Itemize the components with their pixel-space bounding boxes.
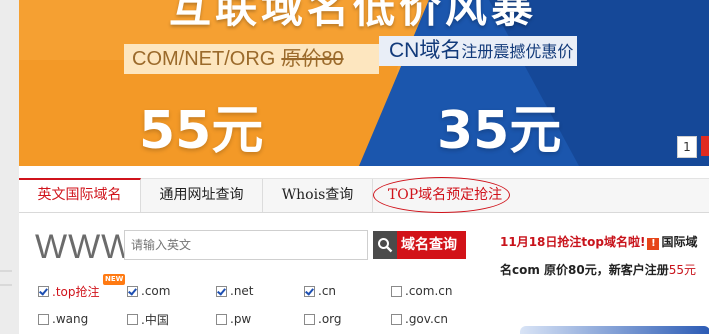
cn-promo-label: CN域名注册震撼优惠价 [379, 36, 578, 66]
left-margin [0, 0, 19, 334]
highlight-circle [373, 177, 510, 213]
checkbox-unchecked[interactable] [38, 313, 49, 325]
tld-option-net[interactable]: .net [216, 282, 254, 300]
news-headline-rest: 国际域 [661, 235, 698, 249]
news-detail-price: 55元 [668, 263, 697, 277]
slide-indicator-1[interactable]: 1 [677, 136, 697, 158]
tld-row-2: .wang .中国 .pw .org .gov.cn [38, 310, 498, 328]
tld-label: .中国 [141, 312, 169, 327]
alert-icon: ! [647, 238, 660, 250]
checkbox-unchecked[interactable] [216, 313, 227, 325]
com-old-price: 原价80 [281, 48, 344, 70]
checkbox-unchecked[interactable] [391, 313, 402, 325]
new-badge: NEW [103, 274, 126, 285]
slide-indicator-next[interactable] [701, 136, 709, 156]
cn-label-text: CN域名 [389, 39, 462, 62]
news-headline-red: 11月18日抢注top域名啦! [500, 235, 646, 249]
tld-label: .org [318, 312, 342, 326]
news-detail[interactable]: 名com 原价80元，新客户注册55元 [500, 261, 696, 278]
tld-option-gov-cn[interactable]: .gov.cn [391, 310, 448, 328]
tld-option-cn[interactable]: .cn [304, 282, 336, 300]
tld-label: .cn [318, 284, 337, 298]
tld-option-wang[interactable]: .wang [38, 310, 88, 328]
tld-option-top[interactable]: .top抢注 [38, 282, 99, 300]
search-icon [373, 231, 397, 259]
cn-promo-text: 注册震撼优惠价 [461, 44, 574, 61]
tld-option-org[interactable]: .org [304, 310, 342, 328]
checkbox-checked[interactable] [216, 285, 227, 297]
checkbox-unchecked[interactable] [127, 313, 138, 325]
margin-mark [0, 270, 12, 272]
decorative-graphic [520, 326, 709, 334]
domain-search-button[interactable]: 域名查询 [373, 231, 466, 259]
price-cn: 35元 [437, 101, 562, 161]
news-headline[interactable]: 11月18日抢注top域名啦!! 国际域 [500, 233, 697, 250]
domain-search-input[interactable] [124, 230, 368, 260]
tab-english-domain[interactable]: 英文国际域名 [19, 178, 141, 212]
tld-label: .com [141, 284, 171, 298]
com-label-text: COM/NET/ORG [132, 48, 276, 70]
tld-option-com[interactable]: .com [127, 282, 170, 300]
tld-label: .net [230, 284, 254, 298]
checkbox-unchecked[interactable] [391, 285, 402, 297]
tab-general-url[interactable]: 通用网址查询 [141, 179, 263, 212]
tld-option-com-cn[interactable]: .com.cn [391, 282, 452, 300]
tld-label: .wang [52, 312, 89, 326]
tld-option-pw[interactable]: .pw [216, 310, 251, 328]
checkbox-checked[interactable] [38, 285, 49, 297]
margin-mark [0, 284, 12, 286]
checkbox-checked[interactable] [304, 285, 315, 297]
checkbox-checked[interactable] [127, 285, 138, 297]
tld-label: .pw [230, 312, 252, 326]
price-com: 55元 [139, 101, 264, 161]
tld-label: .com.cn [405, 284, 453, 298]
search-tabs: 英文国际域名 通用网址查询 Whois查询 TOP域名预定抢注 [19, 178, 709, 213]
com-net-org-label: COM/NET/ORG 原价80 [124, 44, 379, 74]
checkbox-unchecked[interactable] [304, 313, 315, 325]
tld-label: .gov.cn [405, 312, 448, 326]
search-button-label: 域名查询 [401, 237, 457, 253]
tab-whois[interactable]: Whois查询 [263, 179, 373, 212]
tld-option-zhongguo[interactable]: .中国 [127, 310, 169, 328]
tld-label: .top抢注 [52, 284, 100, 299]
promo-banner[interactable]: 互联域名低价风暴 COM/NET/ORG 原价80 CN域名注册震撼优惠价 55元… [19, 0, 709, 166]
banner-title: 互联域名低价风暴 [169, 0, 538, 32]
news-detail-text: 名com 原价80元，新客户注册 [500, 263, 669, 277]
